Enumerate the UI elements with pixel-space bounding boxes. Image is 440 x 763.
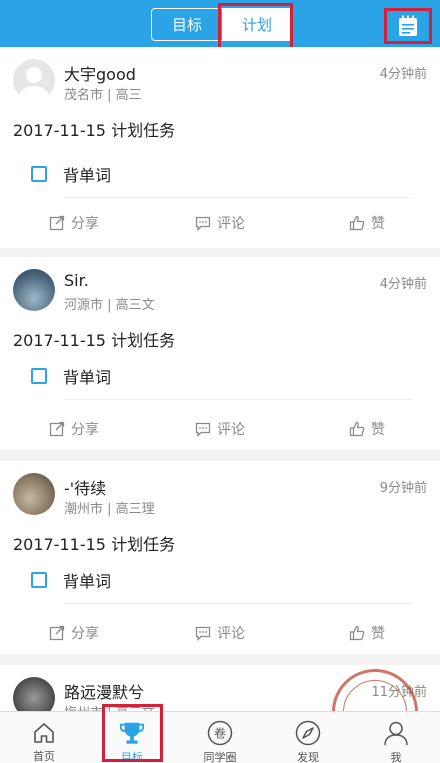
thumbs-up-icon [349,215,365,231]
user-name[interactable]: Sir. [64,271,89,290]
share-button[interactable]: 分享 [49,213,99,233]
user-location: 河源市 | 高三文 [64,298,155,313]
bottom-tab-bar: 首页 目标 卷 同学圈 发现 我 [0,711,440,763]
tabbar-item-discover[interactable]: 发现 [264,712,352,763]
tabbar-item-me[interactable]: 我 [352,712,440,763]
share-icon [49,625,65,641]
trophy-icon [119,722,145,744]
avatar[interactable] [13,269,55,311]
thumbs-up-icon [349,421,365,437]
task-label: 背单词 [63,368,112,387]
user-location: 梅州市 | 高三文 [64,702,155,711]
tabbar-label: 首页 [33,750,55,763]
seal-stamp-ring [343,680,407,711]
post-actions: 分享 评论 赞 [0,623,440,647]
post-time: 4分钟前 [379,277,427,292]
tab-goals[interactable]: 目标 [152,9,222,40]
plan-feed[interactable]: 大宇good 茂名市 | 高三 4分钟前 2017-11-15 计划任务 背单词… [0,47,440,711]
tabbar-label: 发现 [297,751,319,763]
comment-label: 评论 [217,422,245,438]
task-label: 背单词 [63,166,112,185]
tab-plan[interactable]: 计划 [222,9,292,40]
tabbar-item-classmates[interactable]: 卷 同学圈 [176,712,264,763]
home-icon [34,722,54,743]
comment-icon [195,626,211,641]
avatar[interactable] [13,59,55,101]
plan-date-title: 2017-11-15 计划任务 [13,331,176,350]
like-button[interactable]: 赞 [349,213,385,233]
thumbs-up-icon [349,625,365,641]
task-checkbox[interactable] [31,166,47,182]
share-label: 分享 [71,626,99,642]
plan-notebook-icon [399,15,417,36]
top-nav-bar: 目标 计划 [0,0,440,47]
user-location: 茂名市 | 高三 [64,88,142,103]
user-name[interactable]: 路远漫默兮 [64,679,144,703]
comment-button[interactable]: 评论 [195,419,245,439]
post-card: Sir. 河源市 | 高三文 4分钟前 2017-11-15 计划任务 背单词 … [0,257,440,450]
post-card: -'待续 潮州市 | 高三理 9分钟前 2017-11-15 计划任务 背单词 … [0,461,440,654]
classmates-circle-icon: 卷 [207,720,233,746]
share-label: 分享 [71,216,99,232]
task-checkbox[interactable] [31,572,47,588]
compass-icon [295,720,321,746]
like-button[interactable]: 赞 [349,623,385,643]
user-name[interactable]: -'待续 [64,475,106,499]
tabbar-item-goals[interactable]: 目标 [88,712,176,763]
post-time: 4分钟前 [379,67,427,82]
divider [64,399,412,400]
like-label: 赞 [371,216,385,232]
tabbar-label: 同学圈 [203,751,237,763]
task-item: 背单词 [31,570,112,591]
comment-label: 评论 [217,626,245,642]
share-button[interactable]: 分享 [49,419,99,439]
like-button[interactable]: 赞 [349,419,385,439]
task-item: 背单词 [31,366,112,387]
avatar[interactable] [13,473,55,515]
post-time: 9分钟前 [379,481,427,496]
person-icon [384,721,408,746]
share-button[interactable]: 分享 [49,623,99,643]
share-label: 分享 [71,422,99,438]
like-label: 赞 [371,422,385,438]
plan-date-title: 2017-11-15 计划任务 [13,535,176,554]
share-icon [49,421,65,437]
comment-icon [195,422,211,437]
classmates-glyph: 卷 [214,726,226,741]
plan-date-title: 2017-11-15 计划任务 [13,121,176,140]
task-item: 背单词 [31,164,112,185]
like-label: 赞 [371,626,385,642]
seal-stamp-image [332,669,418,711]
post-actions: 分享 评论 赞 [0,419,440,443]
task-checkbox[interactable] [31,368,47,384]
post-actions: 分享 评论 赞 [0,213,440,237]
post-card: 大宇good 茂名市 | 高三 4分钟前 2017-11-15 计划任务 背单词… [0,47,440,248]
user-name[interactable]: 大宇good [64,61,136,85]
user-location: 潮州市 | 高三理 [64,502,155,517]
tabbar-label: 目标 [121,751,143,763]
tabbar-item-home[interactable]: 首页 [0,712,88,763]
plan-notebook-button[interactable] [384,8,432,44]
avatar[interactable] [13,677,55,711]
comment-button[interactable]: 评论 [195,213,245,233]
divider [64,603,412,604]
task-label: 背单词 [63,572,112,591]
default-avatar-icon [19,67,49,101]
comment-button[interactable]: 评论 [195,623,245,643]
divider [64,197,412,198]
tabbar-label: 我 [390,751,402,763]
comment-label: 评论 [217,216,245,232]
comment-icon [195,216,211,231]
segmented-control: 目标 计划 [151,8,293,41]
share-icon [49,215,65,231]
post-card: 路远漫默兮 梅州市 | 高三文 11分钟前 [0,665,440,711]
